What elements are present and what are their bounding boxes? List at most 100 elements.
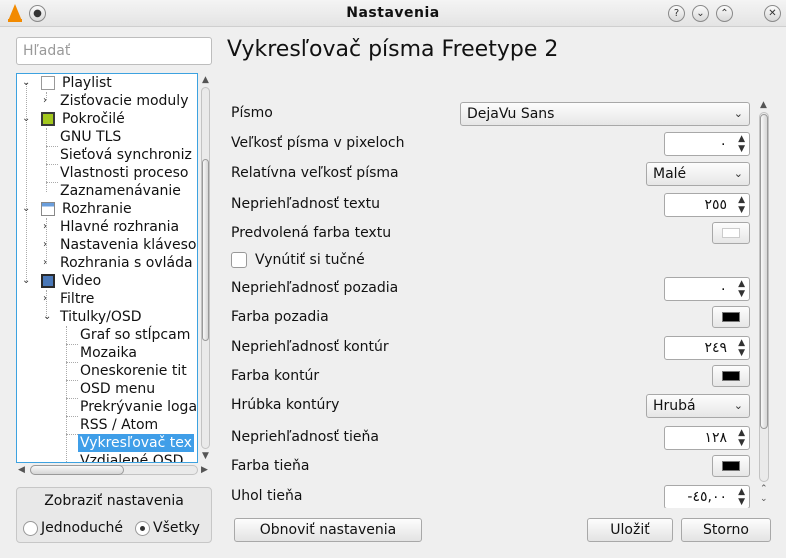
tree-item-gnutls[interactable]: GNU TLS (58, 128, 123, 146)
tree-item-hotkeys[interactable]: Nastavenia kláveso (58, 236, 197, 254)
tree-horizontal-scrollbar[interactable]: ◀ ▶ (16, 463, 212, 477)
setting-bg-color: Farba pozadia (231, 306, 756, 330)
outline-thickness-combobox[interactable]: Hrubá ⌄ (646, 394, 750, 418)
tree-item-network-sync[interactable]: Sieťová synchroniz (58, 146, 194, 164)
chevron-right-icon[interactable]: › (43, 96, 53, 106)
chevron-right-icon[interactable]: › (43, 240, 53, 250)
tree-item-osd-menu[interactable]: OSD menu (78, 380, 157, 398)
shadow-opacity-spinbox[interactable]: ١٢٨ ▲ ▼ (664, 426, 750, 450)
category-tree[interactable]: ⌄ Playlist › Zisťovacie moduly ⌄ Pokroči… (16, 73, 198, 463)
tree-item-logging[interactable]: Zaznamenávanie (58, 182, 183, 200)
spinbox-value: ٠ (719, 281, 727, 297)
setting-text-color: Predvolená farba textu (231, 222, 756, 246)
tree-item-playlist[interactable]: Playlist (60, 74, 114, 92)
tree-item-bargraph[interactable]: Graf so stĺpcam (78, 326, 192, 344)
setting-text-opacity: Nepriehľadnosť textu ٢٥٥ ▲ ▼ (231, 193, 756, 217)
radio-all-dot[interactable] (135, 521, 150, 536)
chevron-right-icon[interactable]: › (43, 294, 53, 304)
setting-label: Písmo (231, 105, 273, 121)
help-icon[interactable]: ? (668, 5, 685, 22)
chevron-down-icon[interactable]: ⌄ (22, 78, 32, 88)
search-input[interactable] (16, 37, 212, 65)
chevron-down-icon[interactable]: ⌄ (22, 276, 32, 286)
chevron-right-icon[interactable]: › (43, 222, 53, 232)
save-button[interactable]: Uložiť (587, 518, 673, 542)
tree-item-video[interactable]: Video (60, 272, 103, 290)
chevron-down-icon[interactable]: ⌄ (43, 312, 53, 322)
font-size-spinbox[interactable]: ٠ ▲ ▼ (664, 132, 750, 156)
spin-arrows-icon[interactable]: ▲ ▼ (738, 487, 745, 507)
page-title: Vykresľovač písma Freetype 2 (227, 37, 559, 62)
scroll-thumb[interactable] (202, 159, 209, 341)
setting-outline-opacity: Nepriehľadnosť kontúr ٢٤٩ ▲ ▼ (231, 336, 756, 360)
scroll-up-icon[interactable]: ▲ (202, 75, 209, 85)
setting-label: Relatívna veľkosť písma (231, 165, 399, 181)
tree-vertical-scrollbar[interactable]: ▲ ▼ (199, 73, 212, 463)
spin-arrows-icon[interactable]: ▲ ▼ (738, 134, 745, 154)
setting-label: Farba kontúr (231, 368, 320, 384)
shadow-angle-spinbox[interactable]: -٤٥,٠٠ ▲ ▼ (664, 485, 750, 508)
spinbox-value: -٤٥,٠٠ (687, 489, 727, 505)
tree-item-filters[interactable]: Filtre (58, 290, 96, 308)
scroll-down-icon[interactable]: ⌃ (760, 484, 768, 494)
tree-guide (66, 380, 78, 381)
title-bar: ● Nastavenia ? ⌄ ⌃ ✕ (0, 0, 786, 27)
radio-simple-dot[interactable] (23, 521, 38, 536)
outline-opacity-spinbox[interactable]: ٢٤٩ ▲ ▼ (664, 336, 750, 360)
tree-item-advanced[interactable]: Pokročilé (60, 110, 127, 128)
maximize-icon[interactable]: ⌃ (716, 5, 733, 22)
scroll-down-icon[interactable]: ⌄ (760, 494, 768, 504)
tree-item-cpu[interactable]: Vlastnosti proceso (58, 164, 190, 182)
tree-guide (46, 146, 58, 147)
scroll-left-icon[interactable]: ◀ (18, 465, 25, 475)
shadow-color-button[interactable] (712, 455, 750, 477)
film-icon (41, 274, 55, 288)
setting-label: Farba pozadia (231, 309, 329, 325)
reset-settings-button[interactable]: Obnoviť nastavenia (234, 518, 422, 542)
minimize-icon[interactable]: ⌄ (692, 5, 709, 22)
settings-list: Písmo DejaVu Sans ⌄ Veľkosť písma v pixe… (220, 96, 756, 508)
tree-item-logo-overlay[interactable]: Prekrývanie loga (78, 398, 197, 416)
tree-item-subtitles-osd[interactable]: Titulky/OSD (58, 308, 144, 326)
setting-bg-opacity: Nepriehľadnosť pozadia ٠ ▲ ▼ (231, 277, 756, 301)
settings-vertical-scrollbar[interactable]: ▲ ⌃ ⌄ (757, 100, 771, 505)
chevron-down-icon[interactable]: ⌄ (22, 204, 32, 214)
spin-arrows-icon[interactable]: ▲ ▼ (738, 338, 745, 358)
show-settings-title: Zobraziť nastavenia (44, 493, 184, 509)
tree-item-subtitle-delay[interactable]: Oneskorenie tit (78, 362, 189, 380)
tree-item-control-interfaces[interactable]: Rozhrania s ovláda (58, 254, 195, 272)
setting-label: Nepriehľadnosť tieňa (231, 429, 379, 445)
setting-label: Nepriehľadnosť pozadia (231, 280, 399, 296)
tree-item-mosaic[interactable]: Mozaika (78, 344, 139, 362)
setting-font: Písmo DejaVu Sans ⌄ (231, 102, 756, 126)
relative-size-combobox[interactable]: Malé ⌄ (646, 162, 750, 186)
scroll-right-icon[interactable]: ▶ (201, 465, 208, 475)
tree-item-interface[interactable]: Rozhranie (60, 200, 134, 218)
tree-item-remote-osd[interactable]: Vzdialené OSD (78, 452, 185, 462)
spin-arrows-icon[interactable]: ▲ ▼ (738, 428, 745, 448)
tree-item-discovery[interactable]: Zisťovacie moduly (58, 92, 190, 110)
bg-opacity-spinbox[interactable]: ٠ ▲ ▼ (664, 277, 750, 301)
cancel-button[interactable]: Storno (681, 518, 771, 542)
spin-arrows-icon[interactable]: ▲ ▼ (738, 195, 745, 215)
text-opacity-spinbox[interactable]: ٢٥٥ ▲ ▼ (664, 193, 750, 217)
scroll-thumb[interactable] (760, 114, 768, 429)
scroll-down-icon[interactable]: ▼ (202, 451, 209, 461)
tree-item-main-interfaces[interactable]: Hlavné rozhrania (58, 218, 181, 236)
font-combobox[interactable]: DejaVu Sans ⌄ (460, 102, 750, 126)
text-color-button[interactable] (712, 222, 750, 244)
chevron-right-icon[interactable]: › (43, 258, 53, 268)
close-icon[interactable]: ✕ (764, 5, 781, 22)
chevron-down-icon[interactable]: ⌄ (22, 114, 32, 124)
spin-arrows-icon[interactable]: ▲ ▼ (738, 279, 745, 299)
setting-outline-thickness: Hrúbka kontúry Hrubá ⌄ (231, 394, 756, 418)
combobox-value: DejaVu Sans (467, 106, 555, 122)
tree-item-text-renderer[interactable]: Vykresľovač tex (78, 434, 194, 452)
scroll-thumb[interactable] (30, 465, 124, 475)
force-bold-checkbox[interactable] (231, 252, 247, 268)
scroll-up-icon[interactable]: ▲ (760, 100, 767, 110)
tree-item-rss-atom[interactable]: RSS / Atom (78, 416, 160, 434)
outline-color-button[interactable] (712, 365, 750, 387)
setting-shadow-color: Farba tieňa (231, 455, 756, 479)
bg-color-button[interactable] (712, 306, 750, 328)
